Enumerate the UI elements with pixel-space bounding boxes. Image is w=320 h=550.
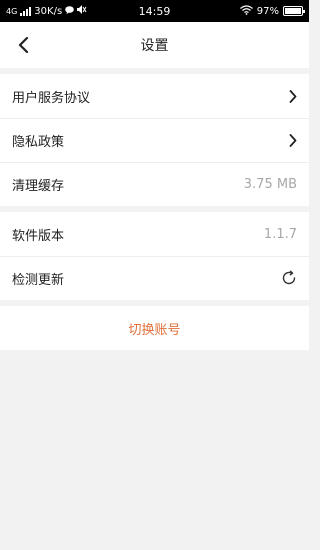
battery-icon [283, 6, 305, 16]
privacy-policy-label: 隐私政策 [12, 134, 65, 150]
switch-account-label: 切换账号 [128, 322, 181, 338]
clear-cache-label: 清理缓存 [12, 178, 65, 194]
battery-percent: 97% [256, 5, 279, 17]
chevron-right-icon [289, 133, 297, 147]
chat-icon [65, 5, 74, 17]
chevron-left-icon [18, 37, 29, 53]
user-agreement-label: 用户服务协议 [12, 90, 91, 106]
clear-cache-item[interactable]: 清理缓存 3.75 MB [0, 162, 309, 206]
check-update-label: 检测更新 [12, 272, 65, 288]
refresh-icon [281, 270, 297, 286]
back-button[interactable] [14, 35, 34, 55]
cache-size-value: 3.75 MB [243, 176, 297, 192]
status-bar: 4G 30K/s 14:59 97% [0, 0, 309, 22]
software-version-item: 软件版本 1.1.7 [0, 212, 309, 256]
wifi-icon [239, 4, 253, 18]
user-agreement-item[interactable]: 用户服务协议 [0, 74, 309, 118]
version-value: 1.1.7 [263, 226, 297, 242]
network-speed: 30K/s [34, 5, 63, 17]
settings-group-2: 软件版本 1.1.7 检测更新 [0, 212, 309, 300]
status-right: 97% [239, 4, 305, 18]
software-version-label: 软件版本 [12, 228, 65, 244]
page-title: 设置 [140, 38, 169, 54]
status-left: 4G 30K/s [6, 5, 87, 17]
network-type: 4G [6, 6, 18, 16]
privacy-policy-item[interactable]: 隐私政策 [0, 118, 309, 162]
settings-group-1: 用户服务协议 隐私政策 清理缓存 3.75 MB [0, 74, 309, 206]
switch-account-button[interactable]: 切换账号 [0, 306, 309, 350]
signal-icon [20, 6, 32, 16]
nav-bar: 设置 [0, 22, 309, 68]
mute-icon [77, 5, 87, 17]
check-update-item[interactable]: 检测更新 [0, 256, 309, 300]
chevron-right-icon [289, 89, 297, 103]
